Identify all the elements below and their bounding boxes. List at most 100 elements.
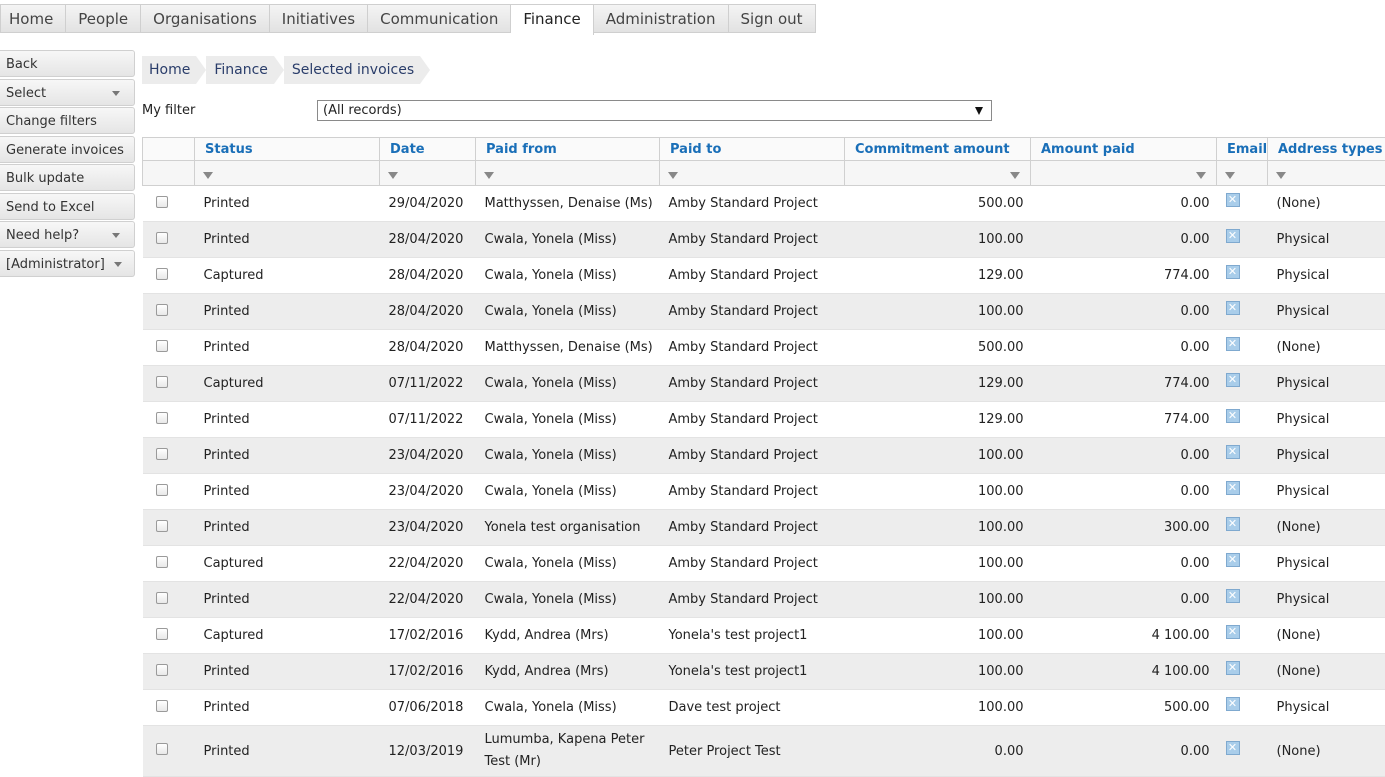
cell-amount-paid: 0.00 (1031, 222, 1217, 258)
table-row[interactable]: Printed28/04/2020Matthyssen, Denaise (Ms… (143, 330, 1385, 366)
cell-address-types: Physical (1268, 690, 1385, 726)
email-icon[interactable]: ✕ (1226, 409, 1240, 423)
row-checkbox[interactable] (156, 743, 168, 755)
breadcrumb-home[interactable]: Home (142, 56, 196, 84)
column-header-paid-from[interactable]: Paid from (476, 138, 660, 161)
filter-icon[interactable] (1225, 172, 1235, 179)
email-icon[interactable]: ✕ (1226, 301, 1240, 315)
email-icon[interactable]: ✕ (1226, 337, 1240, 351)
row-checkbox[interactable] (156, 340, 168, 352)
row-checkbox[interactable] (156, 556, 168, 568)
cell-status: Printed (195, 186, 380, 222)
cell-paid-from: Matthyssen, Denaise (Ms) (476, 186, 660, 222)
need-help-button[interactable]: Need help? (0, 221, 135, 248)
change-filters-button[interactable]: Change filters (0, 107, 135, 134)
bulk-update-button[interactable]: Bulk update (0, 164, 135, 191)
table-row[interactable]: Printed29/04/2020Matthyssen, Denaise (Ms… (143, 186, 1385, 222)
breadcrumb-finance[interactable]: Finance (206, 56, 274, 84)
filter-icon[interactable] (1010, 172, 1020, 179)
row-checkbox[interactable] (156, 232, 168, 244)
row-checkbox[interactable] (156, 268, 168, 280)
nav-tab-communication[interactable]: Communication (368, 4, 511, 33)
email-icon[interactable]: ✕ (1226, 625, 1240, 639)
email-icon[interactable]: ✕ (1226, 589, 1240, 603)
column-header-commitment-amount[interactable]: Commitment amount (845, 138, 1031, 161)
cell-status: Printed (195, 654, 380, 690)
filter-icon[interactable] (668, 172, 678, 179)
email-icon[interactable]: ✕ (1226, 553, 1240, 567)
nav-tab-administration[interactable]: Administration (594, 4, 729, 33)
nav-tab-sign-out[interactable]: Sign out (729, 4, 816, 33)
row-checkbox[interactable] (156, 448, 168, 460)
cell-amount-paid: 0.00 (1031, 726, 1217, 777)
select-column-header (143, 138, 195, 161)
select-button[interactable]: Select (0, 79, 135, 106)
row-checkbox[interactable] (156, 196, 168, 208)
nav-tab-finance[interactable]: Finance (511, 4, 593, 35)
table-row[interactable]: Printed23/04/2020Yonela test organisatio… (143, 510, 1385, 546)
email-icon[interactable]: ✕ (1226, 373, 1240, 387)
cell-email: ✕ (1217, 510, 1268, 546)
nav-tab-people[interactable]: People (66, 4, 141, 33)
row-select-cell (143, 582, 195, 618)
generate-invoices-button[interactable]: Generate invoices (0, 136, 135, 163)
table-row[interactable]: Printed23/04/2020Cwala, Yonela (Miss)Amb… (143, 438, 1385, 474)
table-row[interactable]: Printed28/04/2020Cwala, Yonela (Miss)Amb… (143, 294, 1385, 330)
table-row[interactable]: Captured17/02/2016Kydd, Andrea (Mrs)Yone… (143, 618, 1385, 654)
filter-icon[interactable] (1276, 172, 1286, 179)
email-icon[interactable]: ✕ (1226, 265, 1240, 279)
row-checkbox[interactable] (156, 412, 168, 424)
row-select-cell (143, 438, 195, 474)
row-checkbox[interactable] (156, 664, 168, 676)
column-header-address-types[interactable]: Address types (1268, 138, 1385, 161)
cell-paid-to: Amby Standard Project (660, 330, 845, 366)
table-row[interactable]: Printed17/02/2016Kydd, Andrea (Mrs)Yonel… (143, 654, 1385, 690)
cell-amount-paid: 0.00 (1031, 546, 1217, 582)
nav-tab-organisations[interactable]: Organisations (141, 4, 270, 33)
filter-icon[interactable] (1196, 172, 1206, 179)
email-icon[interactable]: ✕ (1226, 517, 1240, 531)
filter-icon[interactable] (203, 172, 213, 179)
column-header-amount-paid[interactable]: Amount paid (1031, 138, 1217, 161)
table-row[interactable]: Captured22/04/2020Cwala, Yonela (Miss)Am… (143, 546, 1385, 582)
table-row[interactable]: Printed07/06/2018Cwala, Yonela (Miss)Dav… (143, 690, 1385, 726)
filter-icon[interactable] (484, 172, 494, 179)
row-checkbox[interactable] (156, 304, 168, 316)
table-row[interactable]: Captured07/11/2022Cwala, Yonela (Miss)Am… (143, 366, 1385, 402)
column-header-paid-to[interactable]: Paid to (660, 138, 845, 161)
row-checkbox[interactable] (156, 700, 168, 712)
breadcrumb-selected-invoices[interactable]: Selected invoices (284, 56, 420, 84)
email-icon[interactable]: ✕ (1226, 481, 1240, 495)
email-icon[interactable]: ✕ (1226, 193, 1240, 207)
table-row[interactable]: Captured28/04/2020Cwala, Yonela (Miss)Am… (143, 258, 1385, 294)
email-icon[interactable]: ✕ (1226, 229, 1240, 243)
header-row: Status Date Paid from Paid to Commitment… (143, 138, 1385, 161)
email-icon[interactable]: ✕ (1226, 697, 1240, 711)
email-icon[interactable]: ✕ (1226, 661, 1240, 675)
table-row[interactable]: Printed07/11/2022Cwala, Yonela (Miss)Amb… (143, 402, 1385, 438)
table-row[interactable]: Printed12/03/2019Lumumba, Kapena Peter T… (143, 726, 1385, 777)
email-icon[interactable]: ✕ (1226, 741, 1240, 755)
filter-select[interactable]: (All records) (317, 100, 992, 121)
table-row[interactable]: Printed22/04/2020Cwala, Yonela (Miss)Amb… (143, 582, 1385, 618)
row-checkbox[interactable] (156, 376, 168, 388)
row-checkbox[interactable] (156, 520, 168, 532)
table-row[interactable]: Printed28/04/2020Cwala, Yonela (Miss)Amb… (143, 222, 1385, 258)
row-select-cell (143, 222, 195, 258)
cell-address-types: (None) (1268, 510, 1385, 546)
send-to-excel-button[interactable]: Send to Excel (0, 193, 135, 220)
cell-email: ✕ (1217, 726, 1268, 777)
column-header-status[interactable]: Status (195, 138, 380, 161)
column-header-email[interactable]: Email (1217, 138, 1268, 161)
nav-tab-initiatives[interactable]: Initiatives (270, 4, 368, 33)
back-button[interactable]: Back (0, 50, 135, 77)
table-row[interactable]: Printed23/04/2020Cwala, Yonela (Miss)Amb… (143, 474, 1385, 510)
row-checkbox[interactable] (156, 592, 168, 604)
email-icon[interactable]: ✕ (1226, 445, 1240, 459)
column-header-date[interactable]: Date (380, 138, 476, 161)
administrator-button[interactable]: [Administrator] (0, 250, 135, 277)
row-checkbox[interactable] (156, 484, 168, 496)
filter-icon[interactable] (388, 172, 398, 179)
row-checkbox[interactable] (156, 628, 168, 640)
nav-tab-home[interactable]: Home (0, 4, 66, 33)
